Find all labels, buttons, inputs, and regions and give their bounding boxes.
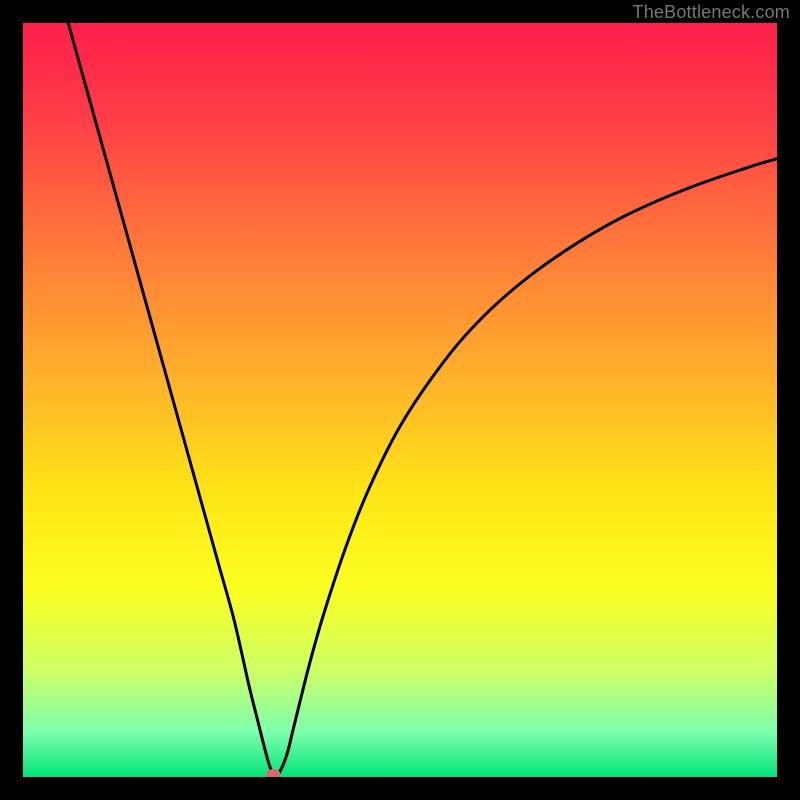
chart-frame: [23, 23, 777, 777]
watermark-text: TheBottleneck.com: [633, 2, 790, 23]
chart-svg: [23, 23, 777, 777]
chart-background: [23, 23, 777, 777]
